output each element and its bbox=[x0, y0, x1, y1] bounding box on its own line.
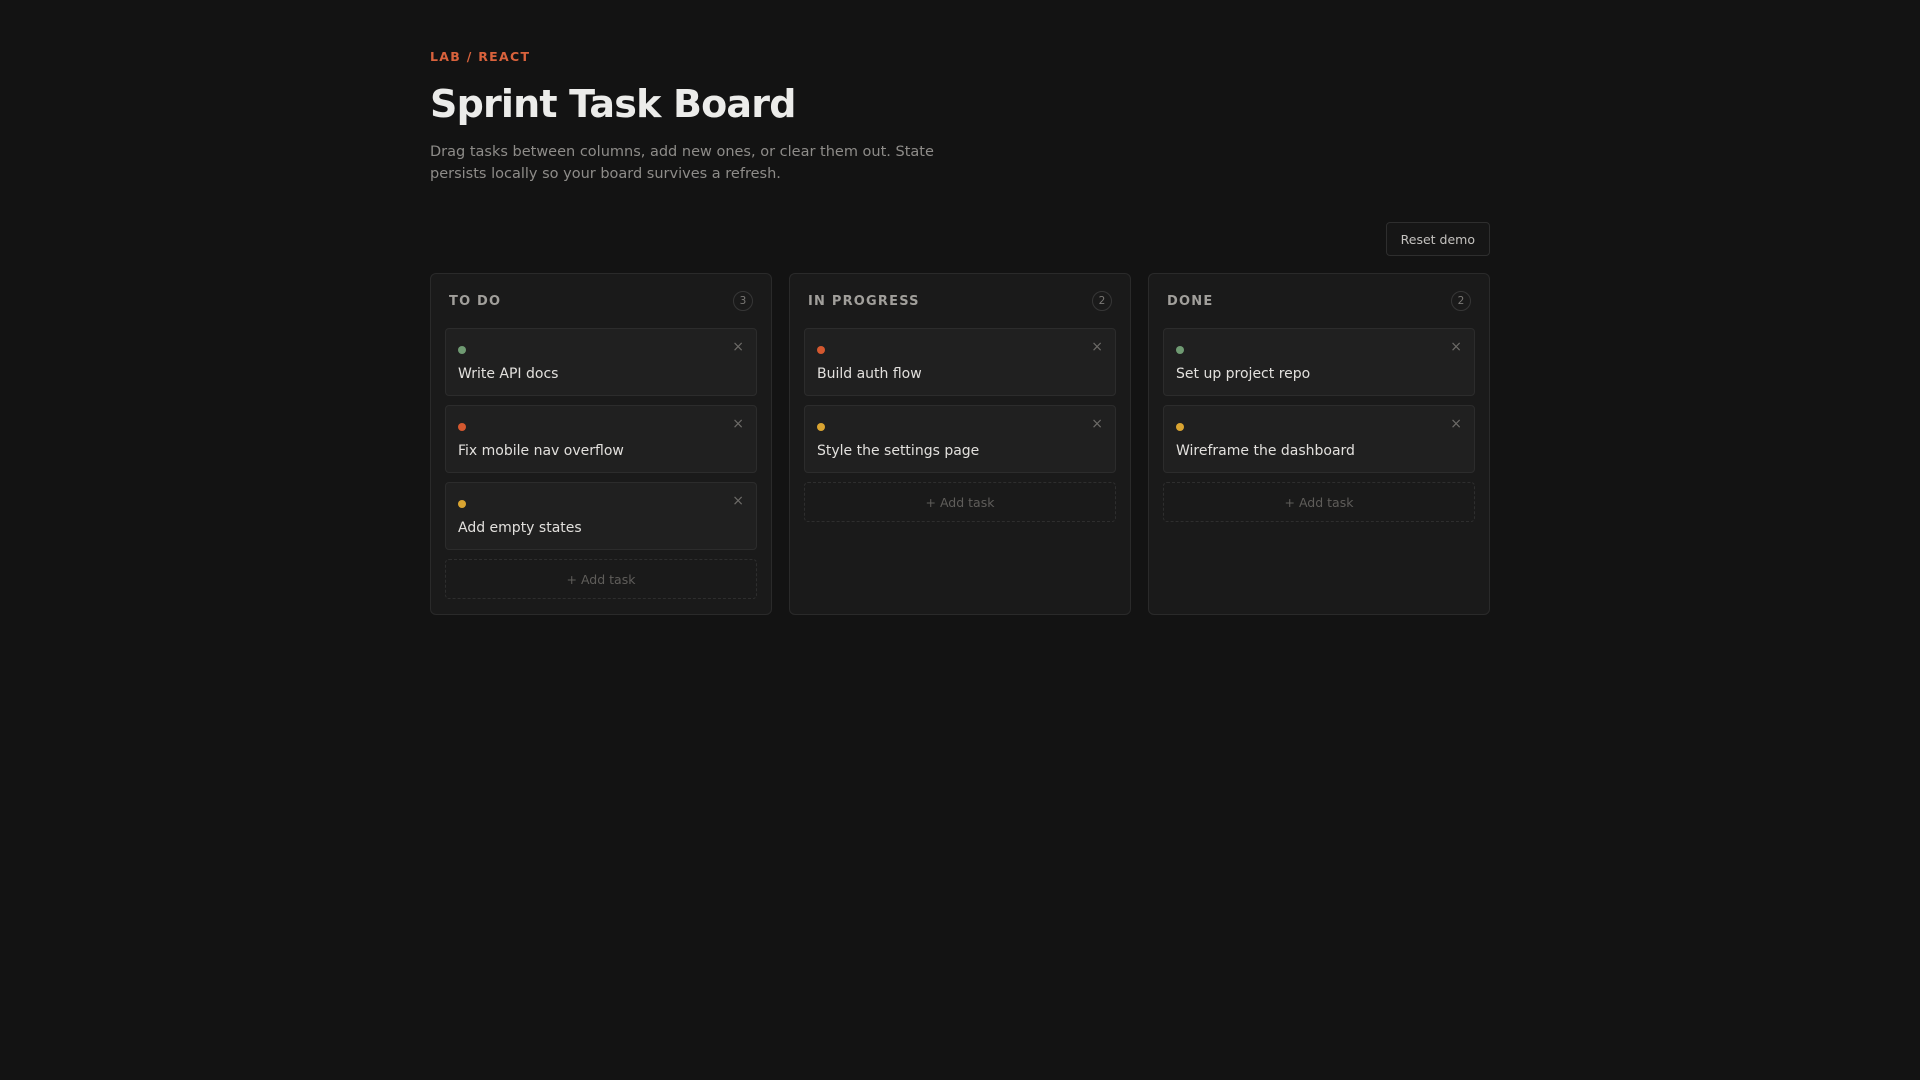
column-done[interactable]: DONE 2 × Set up project repo × Wireframe… bbox=[1148, 273, 1490, 615]
task-label: Build auth flow bbox=[817, 366, 922, 382]
column-todo[interactable]: TO DO 3 × Write API docs × Fix mobile na… bbox=[430, 273, 772, 615]
task-label: Fix mobile nav overflow bbox=[458, 443, 624, 459]
close-icon[interactable]: × bbox=[1450, 339, 1462, 355]
priority-dot-icon bbox=[458, 423, 466, 431]
column-header: TO DO 3 bbox=[445, 274, 757, 328]
priority-dot-icon bbox=[817, 346, 825, 354]
task-card[interactable]: × Style the settings page bbox=[804, 405, 1116, 473]
priority-dot-icon bbox=[458, 500, 466, 508]
column-title: IN PROGRESS bbox=[808, 293, 920, 309]
close-icon[interactable]: × bbox=[1091, 339, 1103, 355]
task-card[interactable]: × Add empty states bbox=[445, 482, 757, 550]
column-title: DONE bbox=[1167, 293, 1214, 309]
task-label: Add empty states bbox=[458, 520, 582, 536]
task-label: Style the settings page bbox=[817, 443, 980, 459]
reset-demo-button[interactable]: Reset demo bbox=[1385, 222, 1490, 256]
close-icon[interactable]: × bbox=[732, 493, 744, 509]
column-header: DONE 2 bbox=[1163, 274, 1475, 328]
column-count-badge: 2 bbox=[1451, 291, 1471, 311]
add-task-button[interactable]: + Add task bbox=[804, 482, 1116, 522]
add-task-button[interactable]: + Add task bbox=[1163, 482, 1475, 522]
task-card[interactable]: × Set up project repo bbox=[1163, 328, 1475, 396]
priority-dot-icon bbox=[458, 346, 466, 354]
column-count-badge: 3 bbox=[733, 291, 753, 311]
column-header: IN PROGRESS 2 bbox=[804, 274, 1116, 328]
column-count-badge: 2 bbox=[1092, 291, 1112, 311]
breadcrumb: LAB / REACT bbox=[430, 49, 531, 64]
close-icon[interactable]: × bbox=[1450, 416, 1462, 432]
column-title: TO DO bbox=[449, 293, 502, 309]
task-label: Set up project repo bbox=[1176, 366, 1311, 382]
task-card[interactable]: × Build auth flow bbox=[804, 328, 1116, 396]
task-label: Wireframe the dashboard bbox=[1176, 443, 1355, 459]
task-card[interactable]: × Write API docs bbox=[445, 328, 757, 396]
page-description: Drag tasks between columns, add new ones… bbox=[430, 144, 934, 182]
task-board: TO DO 3 × Write API docs × Fix mobile na… bbox=[430, 273, 1490, 615]
column-in-progress[interactable]: IN PROGRESS 2 × Build auth flow × Style … bbox=[789, 273, 1131, 615]
priority-dot-icon bbox=[817, 423, 825, 431]
close-icon[interactable]: × bbox=[732, 339, 744, 355]
page-title: Sprint Task Board bbox=[430, 82, 796, 126]
task-card[interactable]: × Wireframe the dashboard bbox=[1163, 405, 1475, 473]
task-card[interactable]: × Fix mobile nav overflow bbox=[445, 405, 757, 473]
priority-dot-icon bbox=[1176, 346, 1184, 354]
close-icon[interactable]: × bbox=[1091, 416, 1103, 432]
priority-dot-icon bbox=[1176, 423, 1184, 431]
task-label: Write API docs bbox=[458, 366, 559, 382]
close-icon[interactable]: × bbox=[732, 416, 744, 432]
add-task-button[interactable]: + Add task bbox=[445, 559, 757, 599]
